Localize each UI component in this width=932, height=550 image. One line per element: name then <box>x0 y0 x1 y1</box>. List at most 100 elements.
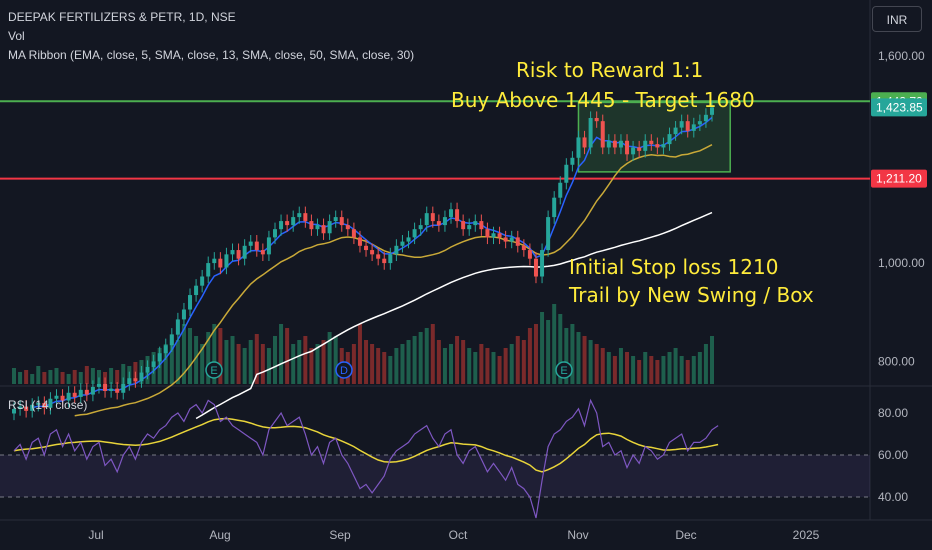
volume-bar <box>612 356 617 384</box>
volume-bar <box>382 352 387 384</box>
volume-bar <box>594 344 599 384</box>
volume-bar <box>309 348 314 384</box>
candle-body <box>115 388 120 393</box>
volume-bar <box>582 336 587 384</box>
volume-bar <box>418 332 423 384</box>
price-label-text: 1,423.85 <box>876 100 923 114</box>
volume-bar <box>643 352 648 384</box>
candle-body <box>576 137 581 158</box>
x-tick-label: Jul <box>88 528 103 542</box>
volume-indicator-label[interactable]: Vol <box>8 29 25 43</box>
candle-body <box>703 114 708 122</box>
volume-bar <box>515 336 520 384</box>
candle-body <box>133 378 138 382</box>
candle-body <box>643 140 648 151</box>
volume-bar <box>436 340 441 384</box>
candle-body <box>673 127 678 135</box>
price-chart[interactable]: Jul Aug Sep Oct Nov Dec 2025 800.00 1,000.00 1,60… <box>0 0 932 550</box>
rsi-indicator-label[interactable]: RSI (14, close) <box>8 398 87 412</box>
candle-body <box>406 237 411 242</box>
candle-body <box>631 147 636 155</box>
volume-bar <box>54 368 59 384</box>
candle-body <box>315 225 320 230</box>
candle-body <box>127 378 132 384</box>
candle-body <box>285 221 290 226</box>
volume-bar <box>491 352 496 384</box>
buy-target-annotation: Buy Above 1445 - Target 1680 <box>451 88 755 112</box>
volume-bar <box>710 336 714 384</box>
volume-bar <box>546 320 551 384</box>
candle-body <box>266 237 271 255</box>
candle-body <box>242 245 247 259</box>
candle-body <box>272 229 277 238</box>
candle-body <box>394 245 399 255</box>
candle-body <box>479 221 484 230</box>
volume-bar <box>72 370 77 384</box>
candle-body <box>618 140 623 148</box>
volume-bar <box>679 356 684 384</box>
candle-body <box>327 221 332 234</box>
volume-bar <box>533 324 538 384</box>
candle-body <box>345 225 350 230</box>
x-tick-label: Nov <box>567 528 588 542</box>
candle-body <box>697 121 702 125</box>
candle-body <box>649 140 654 145</box>
volume-bar <box>321 340 326 384</box>
volume-bar <box>661 356 666 384</box>
candle-body <box>691 124 696 131</box>
volume-bar <box>637 360 642 384</box>
candle-body <box>564 164 569 183</box>
x-tick-label: Oct <box>449 528 468 542</box>
candle-body <box>351 229 356 238</box>
candle-body <box>370 250 375 255</box>
volume-bar <box>60 372 65 384</box>
volume-bar <box>315 344 320 384</box>
volume-bar <box>473 352 478 384</box>
candle-body <box>309 221 314 230</box>
volume-bar <box>606 352 611 384</box>
candle-body <box>254 241 259 251</box>
volume-bar <box>540 312 545 384</box>
volume-bar <box>600 348 605 384</box>
volume-bar <box>36 366 41 384</box>
candle-body <box>297 213 302 218</box>
candle-body <box>218 258 223 268</box>
volume-bar <box>673 348 678 384</box>
volume-bar <box>400 344 405 384</box>
volume-bar <box>649 356 654 384</box>
volume-bar <box>24 370 29 384</box>
candle-body <box>78 389 83 397</box>
volume-bar <box>667 352 672 384</box>
price-label-text: 1,211.20 <box>876 172 922 186</box>
candle-body <box>455 209 460 222</box>
volume-bar <box>279 324 284 384</box>
volume-bar <box>691 356 696 384</box>
candle-body <box>96 384 101 387</box>
volume-bar <box>388 356 393 384</box>
candle-body <box>412 229 417 238</box>
volume-bar <box>449 344 454 384</box>
ma-ribbon-indicator-label[interactable]: MA Ribbon (EMA, close, 5, SMA, close, 13… <box>8 48 414 62</box>
candle-body <box>449 209 454 218</box>
candle-body <box>139 372 144 382</box>
event-marker-label: E <box>560 365 567 377</box>
candle-body <box>515 237 520 246</box>
rsi-axis-tick-label: 40.00 <box>878 490 908 504</box>
volume-bar <box>109 368 114 384</box>
volume-bar <box>521 340 526 384</box>
volume-bar <box>527 328 532 384</box>
currency-button[interactable]: INR <box>872 6 922 32</box>
rsi-axis-tick-label: 80.00 <box>878 406 908 420</box>
volume-bar <box>618 348 623 384</box>
candle-body <box>612 140 617 148</box>
candle-body <box>169 334 174 346</box>
candle-body <box>655 144 660 148</box>
candle-body <box>230 250 235 255</box>
volume-bar <box>236 344 241 384</box>
volume-bar <box>424 328 429 384</box>
candle-body <box>388 254 393 264</box>
volume-bar <box>509 344 514 384</box>
volume-bar <box>588 340 593 384</box>
volume-bar <box>230 336 235 384</box>
candle-body <box>357 237 362 246</box>
